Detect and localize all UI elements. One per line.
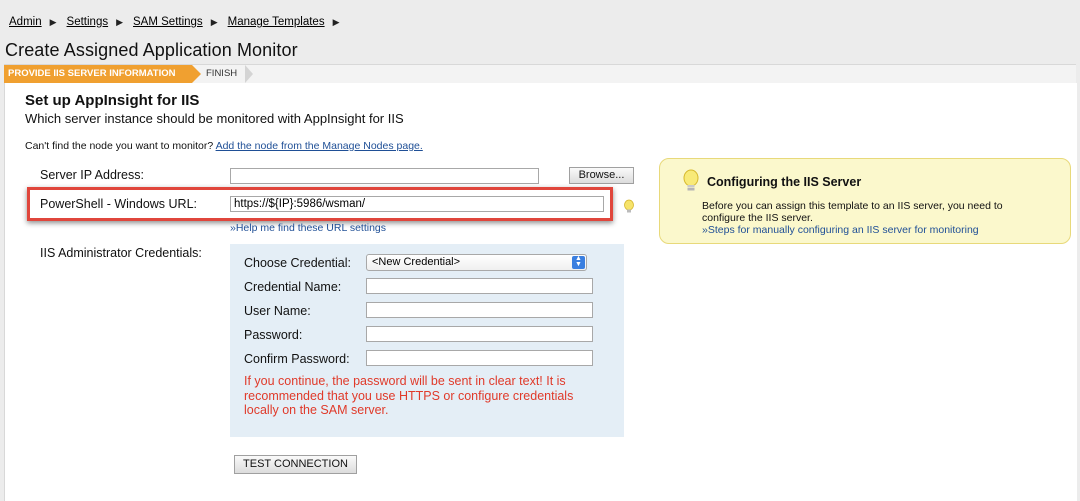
info-title: Configuring the IIS Server [707,175,862,189]
hint-text: Can't find the node you want to monitor? [25,140,214,152]
user-name-label: User Name: [244,304,311,318]
chevron-right-icon: ▶ [332,16,340,27]
lightbulb-icon[interactable] [623,199,635,215]
powershell-url-input[interactable] [230,196,604,212]
wizard-step-finish: FINISH [206,68,238,79]
chevron-right-icon [245,65,253,83]
manage-nodes-link[interactable]: Add the node from the Manage Nodes page. [216,140,423,152]
page-title: Create Assigned Application Monitor [5,40,298,60]
breadcrumb: Admin ▶ Settings ▶ SAM Settings ▶ Manage… [9,16,350,28]
credential-name-input[interactable] [366,278,593,294]
info-body: Before you can assign this template to a… [702,200,1003,224]
breadcrumb-settings[interactable]: Settings [67,16,109,28]
section-title: Set up AppInsight for IIS [25,92,200,109]
dropdown-arrows-icon: ▲ ▼ [572,255,585,269]
choose-credential-value: <New Credential> [372,256,461,268]
credentials-panel: Choose Credential: <New Credential> ▲ ▼ C… [230,244,624,437]
choose-credential-label: Choose Credential: [244,256,352,270]
confirm-password-label: Confirm Password: [244,352,350,366]
powershell-url-label: PowerShell - Windows URL: [40,197,197,211]
lightbulb-icon [683,169,699,191]
breadcrumb-manage-templates[interactable]: Manage Templates [228,16,325,28]
password-label: Password: [244,328,303,342]
wizard-steps: PROVIDE IIS SERVER INFORMATION FINISH [4,64,1076,84]
chevron-right-icon: ▶ [116,16,124,27]
main-panel: Set up AppInsight for IIS Which server i… [4,83,1077,501]
info-box: Configuring the IIS Server Before you ca… [659,158,1071,244]
browse-button[interactable]: Browse... [569,167,634,184]
password-input[interactable] [366,326,593,342]
server-ip-input[interactable] [230,168,539,184]
section-subtitle: Which server instance should be monitore… [25,111,404,126]
server-ip-label: Server IP Address: [40,168,144,182]
chevron-right-icon: ▶ [210,16,218,27]
manage-nodes-hint: Can't find the node you want to monitor?… [25,140,423,152]
breadcrumb-sam-settings[interactable]: SAM Settings [133,16,203,28]
user-name-input[interactable] [366,302,593,318]
credential-name-label: Credential Name: [244,280,342,294]
test-connection-button[interactable]: TEST CONNECTION [234,455,357,474]
credentials-label: IIS Administrator Credentials: [40,246,202,260]
url-help-link[interactable]: »Help me find these URL settings [230,222,386,234]
wizard-step-active: PROVIDE IIS SERVER INFORMATION [4,65,201,83]
chevron-right-icon: ▶ [49,16,57,27]
breadcrumb-admin[interactable]: Admin [9,16,42,28]
confirm-password-input[interactable] [366,350,593,366]
clear-text-warning: If you continue, the password will be se… [244,374,574,417]
iis-setup-steps-link[interactable]: »Steps for manually configuring an IIS s… [702,224,979,236]
choose-credential-select[interactable]: <New Credential> ▲ ▼ [366,254,587,271]
